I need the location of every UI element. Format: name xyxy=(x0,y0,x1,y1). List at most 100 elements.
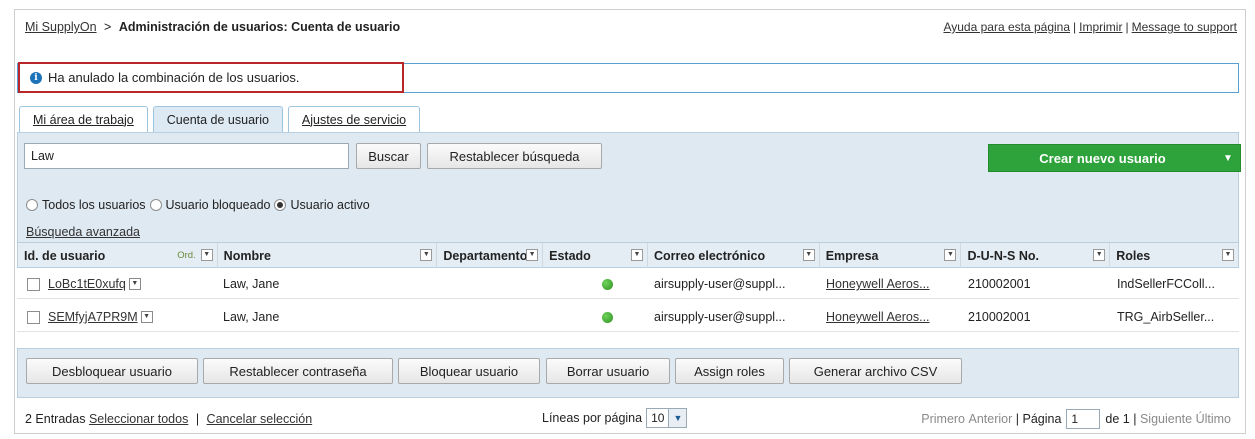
radio-button[interactable] xyxy=(149,199,162,211)
row-checkbox[interactable] xyxy=(27,310,40,324)
first-page-link[interactable]: Primero xyxy=(921,412,965,426)
previous-page-link[interactable]: Anterior xyxy=(969,412,1013,426)
delete-user-button[interactable]: Borrar usuario xyxy=(546,358,670,384)
user-id-link[interactable]: SEMfyjA7PR9M xyxy=(48,310,138,324)
table-row[interactable]: SEMfyjA7PR9M ▼ Law, Jane airsupply-user@… xyxy=(17,303,1239,332)
reset-password-button[interactable]: Restablecer contraseña xyxy=(203,358,393,384)
column-label: Estado xyxy=(549,248,591,263)
column-header-name[interactable]: Nombre ▼ xyxy=(218,243,438,268)
column-menu-icon[interactable]: ▼ xyxy=(630,249,643,261)
company-link[interactable]: Honeywell Aeros... xyxy=(826,310,930,324)
column-menu-icon[interactable]: ▼ xyxy=(1093,249,1106,261)
column-header-company[interactable]: Empresa ▼ xyxy=(820,243,962,268)
selection-controls: 2 Entradas Seleccionar todos | Cancelar … xyxy=(25,412,312,426)
page-label: Página xyxy=(1022,412,1062,426)
page-number-input[interactable] xyxy=(1066,409,1101,429)
column-menu-icon[interactable]: ▼ xyxy=(1222,249,1234,261)
radio-label: Usuario activo xyxy=(290,198,370,212)
pagination-divider: | xyxy=(1012,412,1023,426)
table-header: Id. de usuario Ord. ▼ Nombre ▼ Departamento… xyxy=(17,243,1239,268)
column-header-email[interactable]: Correo electrónico ▼ xyxy=(648,243,820,268)
column-header-roles[interactable]: Roles ▼ xyxy=(1110,243,1238,268)
cell-user-id: SEMfyjA7PR9M ▼ xyxy=(17,303,217,332)
column-label: Empresa xyxy=(825,248,879,263)
tab-label: Ajustes de servicio xyxy=(301,112,407,127)
action-bar: Desbloquear usuario Restablecer contrase… xyxy=(17,348,1239,398)
cell-company: Honeywell Aeros... xyxy=(820,270,962,299)
chevron-down-icon[interactable]: ▼ xyxy=(668,409,687,427)
row-checkbox[interactable] xyxy=(27,277,40,291)
cell-status xyxy=(543,303,648,332)
sort-label[interactable]: Ord. xyxy=(177,250,195,261)
breadcrumb-separator: > xyxy=(104,20,112,34)
search-button[interactable]: Buscar xyxy=(356,143,421,169)
column-menu-icon[interactable]: ▼ xyxy=(200,249,213,261)
radio-label: Todos los usuarios xyxy=(42,198,146,212)
column-header-duns[interactable]: D-U-N-S No. ▼ xyxy=(961,243,1111,268)
column-menu-icon[interactable]: ▼ xyxy=(526,249,539,261)
lines-per-page-select[interactable]: 10 ▼ xyxy=(646,408,688,428)
last-page-link[interactable]: Último xyxy=(1196,412,1231,426)
next-page-link[interactable]: Siguiente xyxy=(1140,412,1192,426)
radio-label: Usuario bloqueado xyxy=(165,198,271,212)
tab-label: Mi área de trabajo xyxy=(33,112,134,127)
row-menu-icon[interactable]: ▼ xyxy=(140,311,153,323)
cell-name: Law, Jane xyxy=(223,310,280,324)
print-link[interactable]: Imprimir xyxy=(1079,20,1122,34)
column-header-status[interactable]: Estado ▼ xyxy=(543,243,648,268)
generate-csv-button[interactable]: Generar archivo CSV xyxy=(789,358,962,384)
user-id-link[interactable]: LoBc1tE0xufq xyxy=(48,277,126,291)
pagination: Primero Anterior | Página de 1 | Siguien… xyxy=(921,409,1231,429)
radio-all-users[interactable]: Todos los usuarios xyxy=(26,198,146,212)
cell-department xyxy=(437,303,543,332)
cell-status xyxy=(543,270,648,299)
radio-active-users[interactable]: Usuario activo xyxy=(274,198,370,212)
pagination-divider: | xyxy=(1129,412,1140,426)
column-header-user-id[interactable]: Id. de usuario Ord. ▼ xyxy=(18,243,218,268)
company-link[interactable]: Honeywell Aeros... xyxy=(826,277,930,291)
user-filter-radios: Todos los usuarios Usuario bloqueado Usu… xyxy=(26,198,374,212)
tab-user-account[interactable]: Cuenta de usuario xyxy=(152,106,283,132)
create-user-button[interactable]: Crear nuevo usuario ▼ xyxy=(988,144,1241,172)
column-header-department[interactable]: Departamento ▼ xyxy=(437,243,544,268)
select-all-link[interactable]: Seleccionar todos xyxy=(89,412,188,426)
column-label: Nombre xyxy=(223,248,271,263)
help-link[interactable]: Ayuda para esta página xyxy=(943,20,1070,34)
radio-blocked-users[interactable]: Usuario bloqueado xyxy=(149,198,271,212)
chevron-down-icon[interactable]: ▼ xyxy=(1216,153,1240,164)
advanced-search-link[interactable]: Búsqueda avanzada xyxy=(26,225,140,239)
breadcrumb: Mi SupplyOn > Administración de usuarios… xyxy=(25,20,400,40)
reset-search-button[interactable]: Restablecer búsqueda xyxy=(427,143,602,169)
create-user-label: Crear nuevo usuario xyxy=(1039,150,1166,166)
cell-duns: 210002001 xyxy=(968,277,1031,291)
tab-bar: Mi área de trabajo Cuenta de usuario Aju… xyxy=(19,106,425,132)
column-label: Departamento xyxy=(443,248,528,263)
row-menu-icon[interactable]: ▼ xyxy=(128,278,141,290)
radio-button[interactable] xyxy=(26,199,38,211)
message-support-link[interactable]: Message to support xyxy=(1132,20,1237,34)
tab-workspace[interactable]: Mi área de trabajo xyxy=(19,106,148,132)
entries-count: 2 Entradas xyxy=(25,412,86,426)
table-row[interactable]: LoBc1tE0xufq ▼ Law, Jane airsupply-user@… xyxy=(17,270,1239,299)
search-input[interactable] xyxy=(24,143,349,169)
column-label: D-U-N-S No. xyxy=(967,248,1039,263)
block-user-button[interactable]: Bloquear usuario xyxy=(398,358,540,384)
cell-department xyxy=(437,270,543,299)
footer-divider: | xyxy=(195,412,200,426)
cell-roles: IndSellerFCColl... xyxy=(1117,277,1215,291)
tab-service-settings[interactable]: Ajustes de servicio xyxy=(287,106,421,132)
column-menu-icon[interactable]: ▼ xyxy=(944,249,957,261)
info-icon: i xyxy=(30,71,42,84)
radio-button[interactable] xyxy=(274,199,287,211)
cell-email: airsupply-user@suppl... xyxy=(654,310,786,324)
column-menu-icon[interactable]: ▼ xyxy=(420,249,433,261)
column-menu-icon[interactable]: ▼ xyxy=(802,249,815,261)
unblock-user-button[interactable]: Desbloquear usuario xyxy=(26,358,198,384)
link-divider: | xyxy=(1125,20,1129,34)
assign-roles-button[interactable]: Assign roles xyxy=(675,358,784,384)
table-footer: 2 Entradas Seleccionar todos | Cancelar … xyxy=(17,403,1239,433)
search-panel: Buscar Restablecer búsqueda Crear nuevo … xyxy=(17,132,1241,243)
lines-per-page-label: Líneas por página xyxy=(542,411,643,425)
breadcrumb-home-link[interactable]: Mi SupplyOn xyxy=(25,20,97,34)
cancel-selection-link[interactable]: Cancelar selección xyxy=(207,412,313,426)
